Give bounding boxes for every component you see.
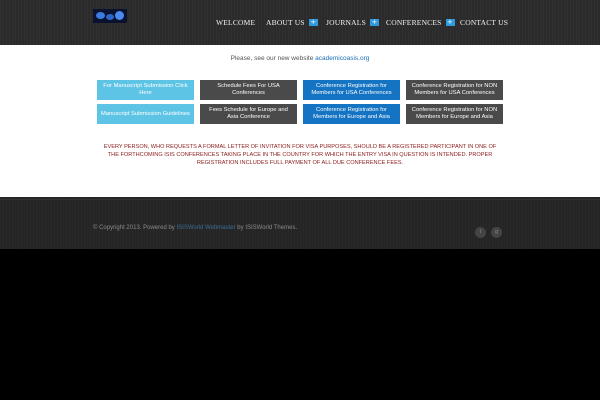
registration-members-europe-asia-button[interactable]: Conference Registration for Members for … <box>303 104 400 124</box>
nav-label: CONFERENCES <box>386 18 442 27</box>
logo-shape <box>96 12 105 19</box>
nav-about-us[interactable]: ABOUT US + <box>266 18 318 27</box>
twitter-icon[interactable]: t <box>475 227 486 238</box>
page-background <box>0 249 600 400</box>
powered-by-link[interactable]: ISISWorld Webmaster <box>176 225 235 231</box>
schedule-fees-usa-button[interactable]: Schedule Fees For USA Conferences <box>200 80 297 100</box>
visa-warning: EVERY PERSON, WHO REQUESTS A FORMAL LETT… <box>103 144 497 166</box>
nav-label: CONTACT US <box>460 18 509 27</box>
main-content: Please, see our new website academicoasi… <box>0 45 600 197</box>
plus-icon[interactable]: + <box>445 19 455 26</box>
manuscript-submission-button[interactable]: For Manuscript Submission Click Here <box>97 80 194 100</box>
nav-welcome[interactable]: WELCOME <box>216 18 255 27</box>
nav-conferences[interactable]: CONFERENCES + <box>386 18 455 27</box>
website-link[interactable]: academicoasis.org <box>315 55 369 62</box>
nav-journals[interactable]: JOURNALS + <box>326 18 379 27</box>
registration-non-members-europe-asia-button[interactable]: Conference Registration for NON Members … <box>406 104 503 124</box>
registration-members-usa-button[interactable]: Conference Registration for Members for … <box>303 80 400 100</box>
website-notice: Please, see our new website academicoasi… <box>0 55 600 62</box>
themes-text: ISISWorld Themes. <box>245 225 298 231</box>
by-text: by <box>237 225 244 231</box>
notice-text: Please, see our new website <box>230 55 314 62</box>
site-logo[interactable] <box>93 9 127 23</box>
nav-label: JOURNALS <box>326 18 366 27</box>
copyright-text: © Copyright 2013. Powered by <box>93 225 175 231</box>
logo-shape <box>106 14 114 20</box>
plus-icon[interactable]: + <box>369 19 379 26</box>
nav-label: ABOUT US <box>266 18 305 27</box>
plus-icon[interactable]: + <box>308 19 318 26</box>
manuscript-guidelines-button[interactable]: Manuscript Submission Guidelines <box>97 104 194 124</box>
footer-divider <box>0 199 600 200</box>
logo-shape <box>115 11 124 20</box>
fees-europe-asia-button[interactable]: Fees Schedule for Europe and Asia Confer… <box>200 104 297 124</box>
site-footer: © Copyright 2013. Powered by ISISWorld W… <box>0 197 600 249</box>
copyright: © Copyright 2013. Powered by ISISWorld W… <box>93 225 297 231</box>
nav-label: WELCOME <box>216 18 256 27</box>
google-plus-icon[interactable]: g <box>491 227 502 238</box>
site-header: WELCOME ABOUT US + JOURNALS + CONFERENCES +… <box>0 0 600 45</box>
registration-non-members-usa-button[interactable]: Conference Registration for NON Members … <box>406 80 503 100</box>
nav-contact-us[interactable]: CONTACT US <box>460 18 508 27</box>
